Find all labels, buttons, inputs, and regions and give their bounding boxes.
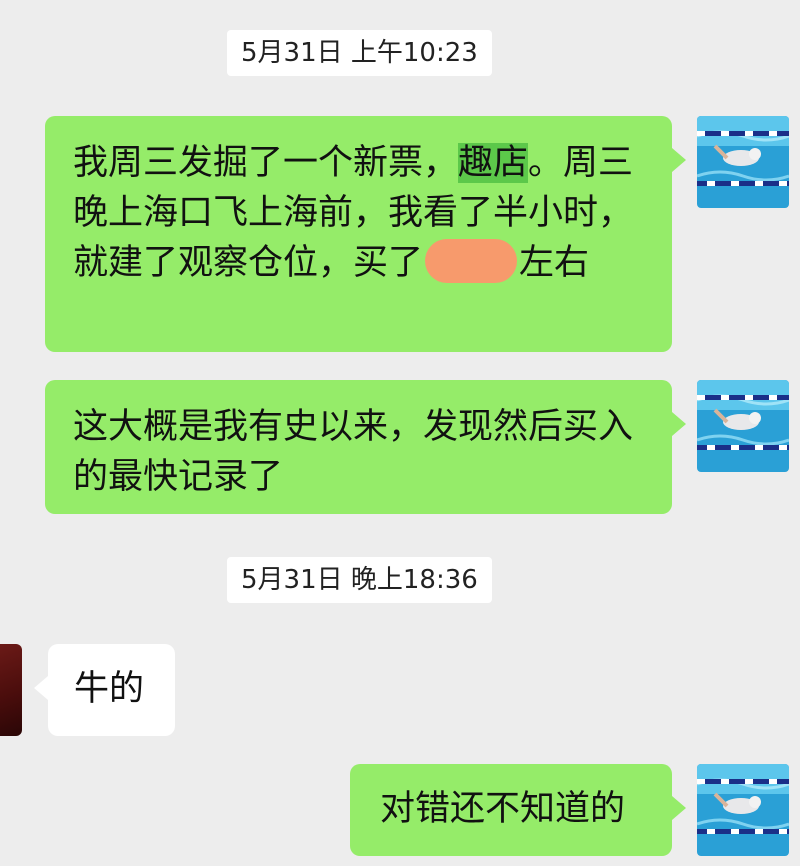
redaction-mark: [425, 239, 518, 283]
swimmer-avatar-image: [697, 764, 789, 856]
contact-avatar[interactable]: [0, 644, 22, 736]
swimmer-avatar-image: [697, 116, 789, 208]
message-bubble[interactable]: 对错还不知道的: [350, 764, 686, 856]
message-bubble[interactable]: 我周三发掘了一个新票，趣店。周三晚上海口飞上海前，我看了半小时，就建了观察仓位，…: [45, 116, 686, 352]
message-bubble[interactable]: 牛的: [34, 644, 175, 736]
swimmer-avatar[interactable]: [697, 380, 789, 472]
message-text: 这大概是我有史以来，发现然后买入的最快记录了: [73, 407, 634, 497]
message-text: 我周三发掘了一个新票，: [73, 143, 459, 183]
message-text: 左右: [519, 243, 590, 283]
swimmer-avatar[interactable]: [697, 116, 789, 208]
swimmer-avatar[interactable]: [697, 764, 789, 856]
timestamp: 5月31日 晚上18:36: [227, 557, 492, 603]
chat-window: 5月31日 上午10:23 我周三发掘了一个新票，趣店。周三晚上海口飞上海前，我…: [0, 0, 800, 866]
timestamp: 5月31日 上午10:23: [227, 30, 492, 76]
message-text: 对错还不知道的: [380, 789, 626, 829]
message-text: 牛的: [74, 669, 145, 709]
swimmer-avatar-image: [697, 380, 789, 472]
message-bubble[interactable]: 这大概是我有史以来，发现然后买入的最快记录了: [45, 380, 686, 514]
highlighted-text: 趣店: [458, 143, 529, 183]
